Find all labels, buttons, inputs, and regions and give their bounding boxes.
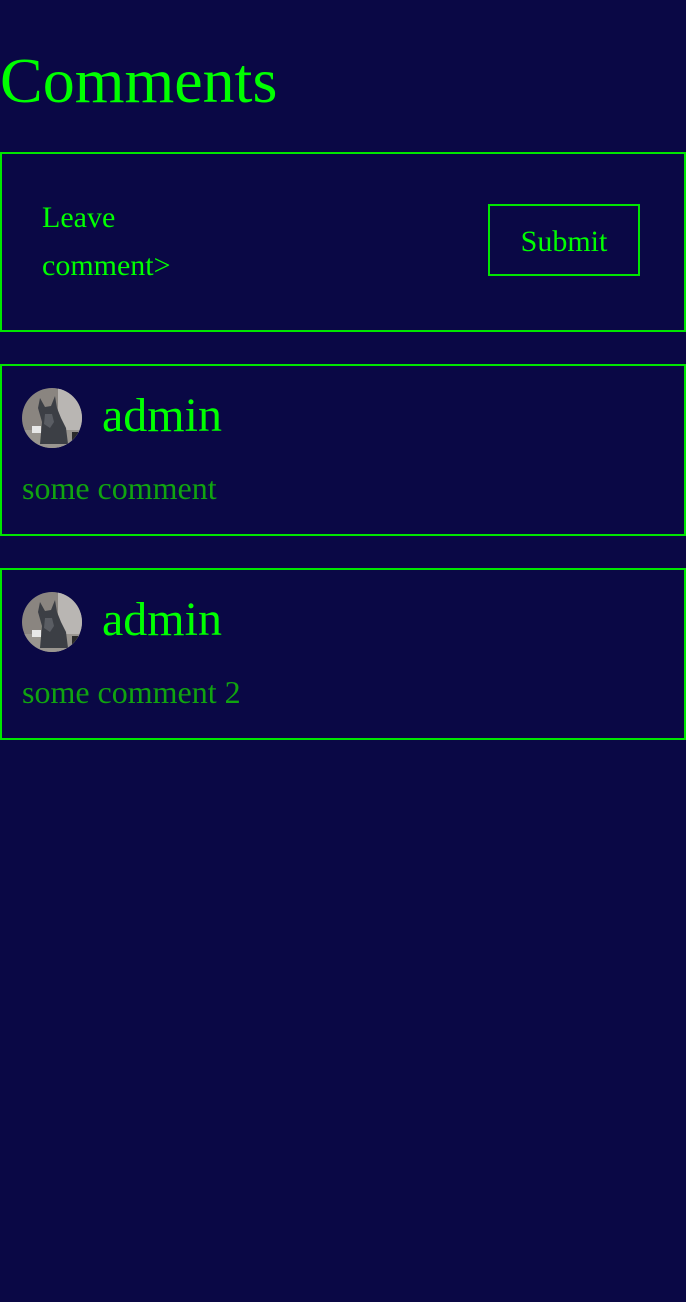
dog-avatar-icon — [22, 388, 82, 448]
comment-author: admin — [102, 389, 222, 442]
leave-comment-field[interactable]: Leave comment> — [42, 194, 202, 290]
comment-author: admin — [102, 593, 222, 646]
comment-card: admin some comment 2 — [0, 568, 686, 740]
comment-text: some comment 2 — [22, 674, 241, 710]
page-title: Comments — [0, 45, 278, 116]
comment-card: admin some comment — [0, 364, 686, 536]
comment-composer: Leave comment> Submit — [0, 152, 686, 332]
comment-text: some comment — [22, 470, 217, 506]
submit-button[interactable]: Submit — [488, 204, 640, 276]
dog-avatar-icon — [22, 592, 82, 652]
